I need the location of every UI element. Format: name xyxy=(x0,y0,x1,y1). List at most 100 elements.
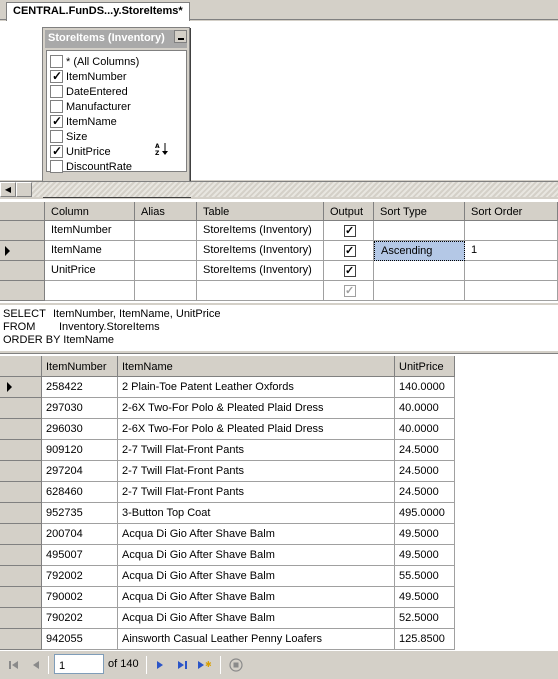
results-row-header[interactable] xyxy=(0,566,42,587)
output-checkbox[interactable] xyxy=(344,224,356,237)
results-cell[interactable]: 2-7 Twill Flat-Front Pants xyxy=(118,440,395,461)
column-checkbox[interactable] xyxy=(50,130,63,143)
results-row-header[interactable] xyxy=(0,377,42,398)
results-row-header[interactable] xyxy=(0,545,42,566)
column-list-item[interactable]: * (All Columns) xyxy=(50,54,170,69)
results-row-header[interactable] xyxy=(0,587,42,608)
column-list-item[interactable]: DiscountRate xyxy=(50,159,170,174)
criteria-output-cell[interactable] xyxy=(324,281,374,301)
criteria-table-cell[interactable] xyxy=(197,281,324,301)
column-list-item[interactable]: Size xyxy=(50,129,170,144)
results-cell[interactable]: 790202 xyxy=(42,608,118,629)
criteria-sort-order-cell[interactable] xyxy=(465,221,558,241)
stop-icon[interactable] xyxy=(228,657,244,673)
results-row-header[interactable] xyxy=(0,419,42,440)
results-cell[interactable]: 49.5000 xyxy=(395,587,455,608)
scroll-thumb[interactable] xyxy=(16,182,32,197)
table-box-title[interactable]: StoreItems (Inventory) xyxy=(45,30,187,48)
results-cell[interactable]: 297030 xyxy=(42,398,118,419)
criteria-header-output[interactable]: Output xyxy=(324,202,374,221)
column-list-item[interactable]: Manufacturer xyxy=(50,99,170,114)
results-cell[interactable]: 790002 xyxy=(42,587,118,608)
results-cell[interactable]: Acqua Di Gio After Shave Balm xyxy=(118,566,395,587)
output-checkbox[interactable] xyxy=(344,284,356,297)
column-checkbox[interactable] xyxy=(50,85,63,98)
criteria-column-cell[interactable]: ItemNumber xyxy=(45,221,135,241)
criteria-sort-order-cell[interactable] xyxy=(465,261,558,281)
column-checkbox[interactable] xyxy=(50,100,63,113)
criteria-row-header[interactable] xyxy=(0,261,45,281)
results-cell[interactable]: 40.0000 xyxy=(395,419,455,440)
criteria-table-cell[interactable]: StoreItems (Inventory) xyxy=(197,241,324,261)
results-cell[interactable]: 40.0000 xyxy=(395,398,455,419)
column-list-item[interactable]: UnitPrice xyxy=(50,144,170,159)
column-checkbox[interactable] xyxy=(50,69,63,83)
criteria-column-cell[interactable] xyxy=(45,281,135,301)
query-designer-tab[interactable]: CENTRAL.FunDS...y.StoreItems* xyxy=(6,2,190,21)
output-checkbox[interactable] xyxy=(344,244,356,257)
current-record-input[interactable] xyxy=(54,654,104,674)
column-checkbox[interactable] xyxy=(50,114,63,128)
last-record-icon[interactable] xyxy=(174,657,190,673)
results-cell[interactable]: 125.8500 xyxy=(395,629,455,650)
criteria-sort-type-cell[interactable] xyxy=(374,281,465,301)
results-cell[interactable]: 3-Button Top Coat xyxy=(118,503,395,524)
results-row-header[interactable] xyxy=(0,503,42,524)
results-cell[interactable]: 952735 xyxy=(42,503,118,524)
column-checkbox[interactable] xyxy=(50,160,63,173)
criteria-output-cell[interactable] xyxy=(324,241,374,261)
results-cell[interactable]: 24.5000 xyxy=(395,482,455,503)
criteria-header-column[interactable]: Column xyxy=(45,202,135,221)
results-cell[interactable]: 495.0000 xyxy=(395,503,455,524)
criteria-alias-cell[interactable] xyxy=(135,261,197,281)
previous-record-icon[interactable] xyxy=(28,657,44,673)
results-cell[interactable]: Acqua Di Gio After Shave Balm xyxy=(118,587,395,608)
results-row-header[interactable] xyxy=(0,461,42,482)
results-cell[interactable]: 49.5000 xyxy=(395,545,455,566)
criteria-row-header[interactable] xyxy=(0,241,45,261)
results-cell[interactable]: 2-7 Twill Flat-Front Pants xyxy=(118,461,395,482)
criteria-header-sort-type[interactable]: Sort Type xyxy=(374,202,465,221)
criteria-output-cell[interactable] xyxy=(324,221,374,241)
results-cell[interactable]: 2-7 Twill Flat-Front Pants xyxy=(118,482,395,503)
results-row-header[interactable] xyxy=(0,440,42,461)
criteria-table-cell[interactable]: StoreItems (Inventory) xyxy=(197,261,324,281)
next-record-icon[interactable] xyxy=(152,657,168,673)
results-row-header[interactable] xyxy=(0,608,42,629)
results-cell[interactable]: 52.5000 xyxy=(395,608,455,629)
results-row-header[interactable] xyxy=(0,482,42,503)
criteria-alias-cell[interactable] xyxy=(135,281,197,301)
criteria-sort-order-cell[interactable] xyxy=(465,281,558,301)
results-cell[interactable]: Ainsworth Casual Leather Penny Loafers xyxy=(118,629,395,650)
results-cell[interactable]: Acqua Di Gio After Shave Balm xyxy=(118,545,395,566)
results-cell[interactable]: 24.5000 xyxy=(395,440,455,461)
criteria-column-cell[interactable]: UnitPrice xyxy=(45,261,135,281)
criteria-output-cell[interactable] xyxy=(324,261,374,281)
criteria-sort-order-cell[interactable]: 1 xyxy=(465,241,558,261)
first-record-icon[interactable] xyxy=(6,657,22,673)
criteria-column-cell[interactable]: ItemName xyxy=(45,241,135,261)
table-box-storeitems[interactable]: StoreItems (Inventory) * (All Columns) It… xyxy=(42,27,190,197)
criteria-alias-cell[interactable] xyxy=(135,221,197,241)
results-cell[interactable]: Acqua Di Gio After Shave Balm xyxy=(118,608,395,629)
results-header[interactable]: ItemNumber xyxy=(42,356,118,377)
results-cell[interactable]: 49.5000 xyxy=(395,524,455,545)
results-header[interactable]: ItemName xyxy=(118,356,395,377)
results-header[interactable]: UnitPrice xyxy=(395,356,455,377)
criteria-header-alias[interactable]: Alias xyxy=(135,202,197,221)
criteria-table-cell[interactable]: StoreItems (Inventory) xyxy=(197,221,324,241)
column-list-item[interactable]: DateEntered xyxy=(50,84,170,99)
results-cell[interactable]: Acqua Di Gio After Shave Balm xyxy=(118,524,395,545)
results-row-header[interactable] xyxy=(0,524,42,545)
criteria-alias-cell[interactable] xyxy=(135,241,197,261)
criteria-header-sort-order[interactable]: Sort Order xyxy=(465,202,558,221)
column-list-item[interactable]: ItemName xyxy=(50,114,170,129)
results-cell[interactable]: 909120 xyxy=(42,440,118,461)
results-cell[interactable]: 792002 xyxy=(42,566,118,587)
scroll-left-icon[interactable]: ◀ xyxy=(0,182,16,197)
results-cell[interactable]: 297204 xyxy=(42,461,118,482)
new-record-icon[interactable]: ✱ xyxy=(196,657,212,673)
results-row-header[interactable] xyxy=(0,629,42,650)
results-cell[interactable]: 200704 xyxy=(42,524,118,545)
results-cell[interactable]: 942055 xyxy=(42,629,118,650)
